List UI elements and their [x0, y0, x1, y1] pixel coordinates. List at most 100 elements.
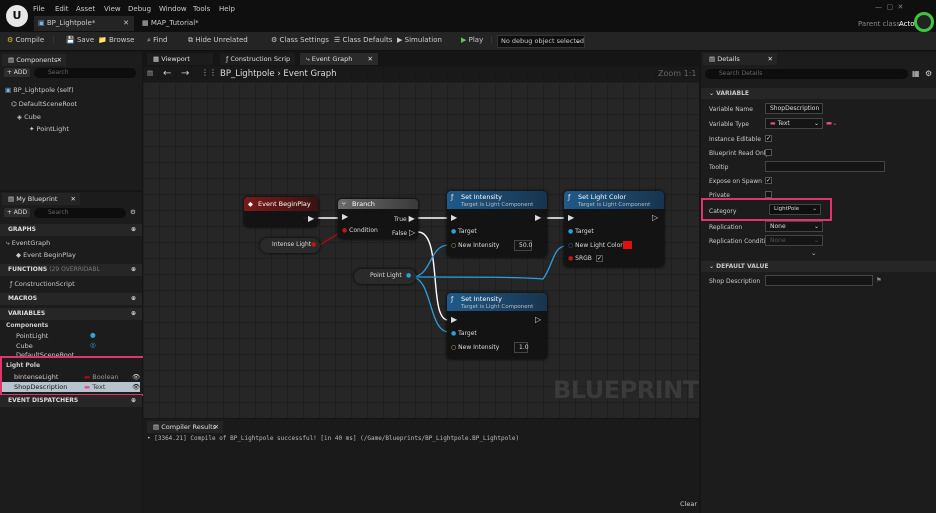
menu-view[interactable]: View — [104, 5, 121, 13]
add-icon[interactable]: ⊕ — [131, 293, 136, 305]
macros-section[interactable]: MACROS ⊕ — [0, 293, 142, 305]
instance-editable-checkbox[interactable]: ✓ — [765, 135, 772, 142]
variable-type-select[interactable]: ▬ Text ⌄ — [765, 118, 823, 129]
menu-window[interactable]: Window — [159, 5, 187, 13]
menu-tools[interactable]: Tools — [193, 5, 210, 13]
details-tab[interactable]: ▤ Details ✕ — [703, 53, 777, 65]
node-event-begin-play[interactable]: ◆ Event BeginPlay ▶ — [244, 197, 318, 227]
graph-event-graph[interactable]: ⤷ EventGraph — [6, 239, 50, 248]
function-construction-script[interactable]: ƒ ConstructionScript — [10, 280, 75, 288]
close-icon[interactable]: ✕ — [57, 54, 62, 66]
advanced-expand-icon[interactable]: ⌄ — [811, 249, 816, 257]
category-components[interactable]: Components — [6, 322, 48, 329]
exec-out-pin[interactable]: ▷ — [652, 213, 658, 222]
variable-name-input[interactable]: ShopDescription — [765, 103, 823, 114]
true-pin[interactable]: True ▶ — [394, 214, 415, 223]
container-type-icon[interactable]: ▬⌄ — [826, 119, 838, 127]
new-intensity-input[interactable]: 1.0 — [514, 342, 529, 353]
exec-in-pin[interactable]: ▶ — [568, 213, 574, 222]
new-intensity-input[interactable]: 50.0 — [514, 240, 532, 251]
close-icon[interactable]: ✕ — [123, 16, 129, 31]
menu-file[interactable]: File — [33, 5, 45, 13]
close-icon[interactable]: ✕ — [214, 421, 219, 433]
default-value-section-header[interactable]: ⌄ DEFAULT VALUE — [701, 261, 936, 272]
node-intense-light[interactable]: Intense Light ● — [260, 238, 320, 253]
exec-in-pin[interactable]: ▶ — [342, 212, 348, 221]
object-out-pin[interactable]: ● — [406, 272, 411, 279]
close-icon[interactable]: ✕ — [71, 193, 76, 205]
more-options-icon[interactable]: ⋮ — [244, 36, 251, 44]
debug-object-select[interactable]: No debug object selected ⌄ — [497, 35, 585, 48]
settings-gear-icon[interactable]: ⚙ — [925, 69, 932, 78]
target-pin[interactable]: ● Target — [451, 228, 477, 235]
menu-asset[interactable]: Asset — [76, 5, 95, 13]
exec-in-pin[interactable]: ▶ — [451, 213, 457, 222]
srgb-checkbox[interactable]: ✓ — [596, 255, 603, 262]
event-graph-canvas[interactable]: ▤ ← → ⋮⋮ BP_Lightpole › Event Graph Zoom… — [143, 66, 699, 418]
component-default-scene-root[interactable]: ⌬ DefaultSceneRoot — [11, 100, 77, 108]
exec-out-pin[interactable]: ▷ — [535, 315, 541, 324]
add-icon[interactable]: ⊕ — [131, 264, 136, 276]
menu-help[interactable]: Help — [219, 5, 235, 13]
simulation-button[interactable]: ▶ Simulation — [397, 36, 442, 44]
play-button[interactable]: ▶ Play — [461, 36, 483, 44]
node-point-light[interactable]: Point Light ● — [354, 269, 416, 284]
exec-out-pin[interactable]: ▶ — [535, 213, 541, 222]
details-search-input[interactable]: Search Details — [705, 69, 908, 79]
compiler-results-tab[interactable]: ▤ Compiler Results ✕ — [147, 421, 223, 433]
exec-in-pin[interactable]: ▶ — [451, 315, 457, 324]
menu-debug[interactable]: Debug — [128, 5, 151, 13]
variables-section[interactable]: VARIABLES ⊕ — [0, 308, 142, 320]
add-member-button[interactable]: + ADD — [4, 208, 30, 217]
add-icon[interactable]: ⊕ — [131, 308, 136, 320]
color-swatch[interactable] — [623, 241, 632, 249]
tab-map-tutorial[interactable]: ▦ MAP_Tutorial* — [138, 16, 238, 31]
component-point-light[interactable]: ✦ PointLight — [29, 125, 69, 133]
new-light-color-pin[interactable]: ○ New Light Color — [568, 242, 623, 249]
variable-cube[interactable]: Cube — [16, 342, 33, 350]
bp-read-only-checkbox[interactable] — [765, 149, 772, 156]
exec-out-pin[interactable]: ▶ — [308, 214, 314, 223]
window-controls[interactable]: — ▢ ✕ — [875, 3, 903, 11]
compile-button[interactable]: ⚙ Compile — [7, 36, 44, 44]
graph-event-begin-play[interactable]: ◆ Event BeginPlay — [16, 251, 76, 259]
menu-edit[interactable]: Edit — [55, 5, 69, 13]
new-intensity-pin[interactable]: ○ New Intensity — [451, 344, 499, 351]
bool-out-pin[interactable]: ● — [311, 241, 316, 248]
node-set-intensity-1[interactable]: ƒ Set Intensity Target is Light Component … — [447, 191, 547, 257]
condition-pin[interactable]: ● Condition — [342, 227, 378, 234]
expose-on-spawn-checkbox[interactable]: ✓ — [765, 177, 772, 184]
hide-unrelated-button[interactable]: ⧉ Hide Unrelated — [188, 36, 248, 45]
node-branch[interactable]: ⑂ Branch ▶ ● Condition True ▶ False ▷ — [338, 199, 418, 239]
tab-construction-script[interactable]: ƒ Construction Scrip — [220, 53, 295, 65]
find-button[interactable]: ⌕ Find — [147, 36, 168, 45]
table-view-icon[interactable]: ▦ — [912, 69, 920, 78]
close-icon[interactable]: ✕ — [768, 53, 773, 65]
srgb-pin[interactable]: ● SRGB — [568, 255, 592, 262]
target-pin[interactable]: ● Target — [451, 330, 477, 337]
private-checkbox[interactable] — [765, 191, 772, 198]
tab-event-graph[interactable]: ⤷ Event Graph ✕ — [300, 53, 378, 65]
settings-gear-icon[interactable]: ⚙ — [130, 208, 136, 216]
class-defaults-button[interactable]: ☰ Class Defaults — [334, 36, 392, 44]
components-tab[interactable]: ▤ Components ✕ — [2, 54, 66, 66]
browse-button[interactable]: 📁 Browse — [98, 36, 134, 44]
new-intensity-pin[interactable]: ○ New Intensity — [451, 242, 499, 249]
close-icon[interactable]: ✕ — [368, 53, 373, 65]
tab-viewport[interactable]: ▦ Viewport — [147, 53, 213, 65]
my-blueprint-tab[interactable]: ▤ My Blueprint ✕ — [2, 193, 80, 205]
unreal-logo-icon[interactable]: U — [6, 5, 28, 27]
play-options-icon[interactable]: ⋮ — [488, 36, 495, 44]
components-search-input[interactable]: Search — [34, 68, 136, 78]
node-set-light-color[interactable]: ƒ Set Light Color Target is Light Componen… — [564, 191, 664, 267]
add-icon[interactable]: ⊕ — [131, 395, 136, 407]
flag-icon[interactable]: ⚑ — [876, 276, 882, 284]
user-avatar[interactable] — [914, 12, 934, 32]
replication-select[interactable]: None ⌄ — [765, 221, 823, 232]
variable-point-light[interactable]: PointLight — [16, 332, 48, 340]
variable-section-header[interactable]: ⌄ VARIABLE — [701, 88, 936, 99]
replication-condition-select[interactable]: None ⌄ — [765, 235, 823, 246]
tooltip-input[interactable] — [765, 161, 885, 172]
save-button[interactable]: 💾 Save — [66, 36, 94, 44]
shop-description-input[interactable] — [765, 275, 873, 286]
